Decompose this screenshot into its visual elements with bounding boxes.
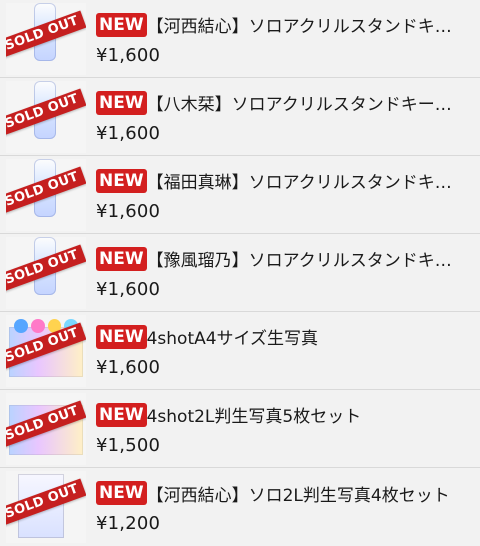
new-badge: NEW <box>96 168 147 193</box>
product-title: 【河西結心】ソロアクリルスタンドキ… <box>146 17 452 37</box>
product-text: NEW 【八木栞】ソロアクリルスタンドキー… ¥1,600 <box>96 89 466 145</box>
product-item[interactable]: SOLD OUT NEW 【河西結心】ソロアクリルスタンドキ… ¥1,600 <box>0 0 480 78</box>
product-thumbnail[interactable]: SOLD OUT <box>6 158 86 231</box>
product-text: NEW 【河西結心】ソロアクリルスタンドキ… ¥1,600 <box>96 11 466 67</box>
product-price: ¥1,600 <box>96 122 161 144</box>
product-title: 【豫風瑠乃】ソロアクリルスタンドキ… <box>146 251 452 271</box>
product-title-line[interactable]: NEW 4shotA4サイズ生写真 <box>96 323 466 351</box>
product-price: ¥1,500 <box>96 434 161 456</box>
product-price: ¥1,600 <box>96 44 161 66</box>
product-title-line[interactable]: NEW 【八木栞】ソロアクリルスタンドキー… <box>96 89 466 117</box>
product-title: 4shotA4サイズ生写真 <box>146 329 319 349</box>
new-badge: NEW <box>96 90 147 115</box>
product-thumbnail[interactable]: SOLD OUT <box>6 392 86 465</box>
product-title: 4shot2L判生写真5枚セット <box>146 407 362 427</box>
product-title: 【福田真琳】ソロアクリルスタンドキ… <box>146 173 452 193</box>
product-thumbnail[interactable]: SOLD OUT <box>6 314 86 387</box>
product-title-line[interactable]: NEW 【福田真琳】ソロアクリルスタンドキ… <box>96 167 466 195</box>
balloon-icon <box>30 318 45 333</box>
product-thumbnail[interactable]: SOLD OUT <box>6 2 86 75</box>
product-thumbnail[interactable]: SOLD OUT <box>6 471 86 543</box>
product-title-line[interactable]: NEW 4shot2L判生写真5枚セット <box>96 401 466 429</box>
product-price: ¥1,600 <box>96 200 161 222</box>
product-item[interactable]: SOLD OUT NEW 【豫風瑠乃】ソロアクリルスタンドキ… ¥1,600 <box>0 234 480 312</box>
product-text: NEW 【河西結心】ソロ2L判生写真4枚セット ¥1,200 <box>96 479 466 535</box>
product-title-line[interactable]: NEW 【河西結心】ソロ2L判生写真4枚セット <box>96 479 466 507</box>
new-badge: NEW <box>96 402 147 427</box>
product-price: ¥1,600 <box>96 278 161 300</box>
product-text: NEW 4shotA4サイズ生写真 ¥1,600 <box>96 323 466 379</box>
new-badge: NEW <box>96 481 147 505</box>
new-badge: NEW <box>96 246 147 271</box>
product-text: NEW 4shot2L判生写真5枚セット ¥1,500 <box>96 401 466 457</box>
product-price: ¥1,600 <box>96 356 161 378</box>
product-title-line[interactable]: NEW 【河西結心】ソロアクリルスタンドキ… <box>96 11 466 39</box>
balloon-icon <box>14 318 28 333</box>
product-list: SOLD OUT NEW 【河西結心】ソロアクリルスタンドキ… ¥1,600 S… <box>0 0 480 543</box>
product-text: NEW 【豫風瑠乃】ソロアクリルスタンドキ… ¥1,600 <box>96 245 466 301</box>
product-item[interactable]: SOLD OUT NEW 【福田真琳】ソロアクリルスタンドキ… ¥1,600 <box>0 156 480 234</box>
new-badge: NEW <box>96 324 147 349</box>
product-thumbnail[interactable]: SOLD OUT <box>6 236 86 309</box>
product-item[interactable]: SOLD OUT NEW 4shot2L判生写真5枚セット ¥1,500 <box>0 390 480 468</box>
product-text: NEW 【福田真琳】ソロアクリルスタンドキ… ¥1,600 <box>96 167 466 223</box>
product-item[interactable]: SOLD OUT NEW 【八木栞】ソロアクリルスタンドキー… ¥1,600 <box>0 78 480 156</box>
product-title-line[interactable]: NEW 【豫風瑠乃】ソロアクリルスタンドキ… <box>96 245 466 273</box>
product-thumbnail[interactable]: SOLD OUT <box>6 80 86 153</box>
product-item[interactable]: SOLD OUT NEW 4shotA4サイズ生写真 ¥1,600 <box>0 312 480 390</box>
product-title: 【河西結心】ソロ2L判生写真4枚セット <box>146 485 450 506</box>
product-item[interactable]: SOLD OUT NEW 【河西結心】ソロ2L判生写真4枚セット ¥1,200 <box>0 468 480 546</box>
product-title: 【八木栞】ソロアクリルスタンドキー… <box>146 95 452 115</box>
new-badge: NEW <box>96 12 147 37</box>
product-price: ¥1,200 <box>96 513 161 534</box>
